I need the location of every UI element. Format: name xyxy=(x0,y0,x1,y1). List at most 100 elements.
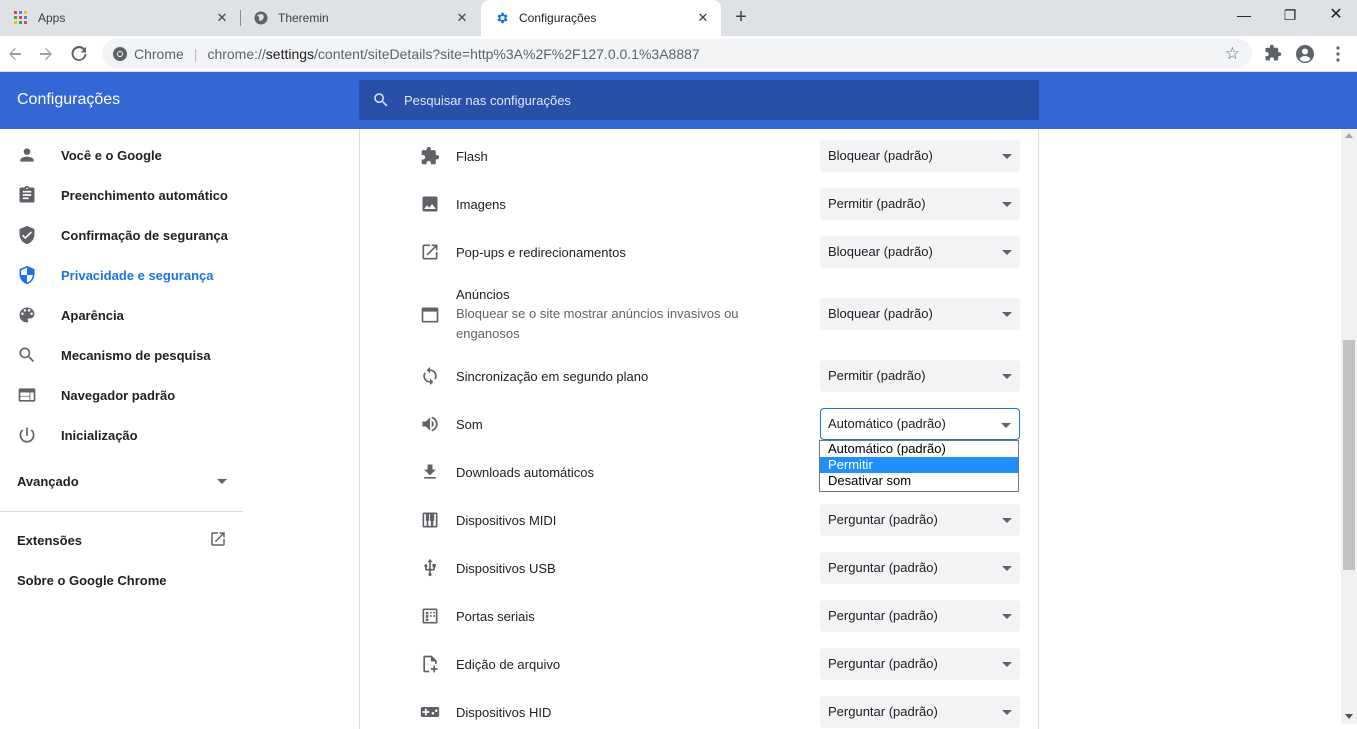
search-icon xyxy=(17,345,37,365)
open-in-new-icon xyxy=(422,244,438,260)
dropdown-arrow-icon xyxy=(1002,614,1012,619)
scrollbar-thumb[interactable] xyxy=(1343,340,1355,570)
forward-button[interactable] xyxy=(34,42,58,66)
sidebar-extensions-link[interactable]: Extensões xyxy=(17,532,227,548)
permission-label: Som xyxy=(456,417,483,432)
close-tab-icon[interactable]: ✕ xyxy=(454,10,470,26)
close-tab-icon[interactable]: ✕ xyxy=(695,10,711,26)
sidebar-item-mecanismo-pesquisa[interactable]: Mecanismo de pesquisa xyxy=(0,335,243,375)
globe-icon xyxy=(254,11,268,25)
close-tab-icon[interactable]: ✕ xyxy=(214,10,230,26)
sidebar-advanced-toggle[interactable]: Avançado xyxy=(17,474,227,489)
tab-title: Apps xyxy=(38,11,66,25)
settings-search-box[interactable] xyxy=(359,80,1039,120)
gamepad-icon xyxy=(420,707,440,717)
permission-select[interactable]: Perguntar (padrão) xyxy=(820,600,1020,632)
sidebar-item-preenchimento[interactable]: Preenchimento automático xyxy=(0,175,243,215)
permission-select[interactable]: Bloquear (padrão) xyxy=(820,298,1020,330)
tab-theremin[interactable]: Theremin ✕ xyxy=(240,0,480,36)
address-bar[interactable]: Chrome | chrome://settings/content/siteD… xyxy=(102,39,1252,68)
chrome-logo-icon xyxy=(113,46,127,61)
permission-select[interactable]: Permitir (padrão) xyxy=(820,188,1020,220)
sidebar-item-navegador-padrao[interactable]: Navegador padrão xyxy=(0,375,243,415)
clipboard-icon xyxy=(17,185,37,205)
dropdown-option-permitir[interactable]: Permitir xyxy=(820,457,1018,473)
apps-grid-icon xyxy=(14,11,28,25)
scroll-down-arrow-icon[interactable] xyxy=(1345,714,1353,719)
sidebar-item-label: Navegador padrão xyxy=(61,387,176,403)
usb-icon xyxy=(424,558,436,577)
sidebar-item-voce-e-o-google[interactable]: Você e o Google xyxy=(0,135,243,175)
extensions-puzzle-icon[interactable] xyxy=(1262,44,1284,66)
sidebar-item-inicializacao[interactable]: Inicialização xyxy=(0,415,243,455)
permission-select[interactable]: Bloquear (padrão) xyxy=(820,236,1020,268)
search-icon xyxy=(374,93,388,107)
permission-label: Pop-ups e redirecionamentos xyxy=(456,245,626,260)
tab-title: Configurações xyxy=(519,11,597,25)
sidebar-item-aparencia[interactable]: Aparência xyxy=(0,295,243,335)
dropdown-arrow-icon xyxy=(1002,312,1012,317)
ad-window-icon xyxy=(421,307,439,323)
permission-label: Anúncios xyxy=(456,287,510,302)
palette-icon xyxy=(17,305,37,325)
sidebar-about-chrome[interactable]: Sobre o Google Chrome xyxy=(17,573,167,588)
permission-label: Dispositivos HID xyxy=(456,705,552,720)
omnibox-divider: | xyxy=(193,45,198,62)
permission-select-sound[interactable]: Automático (padrão) xyxy=(820,408,1020,440)
sidebar-item-confirmacao-seguranca[interactable]: Confirmação de segurança xyxy=(0,215,243,255)
window-close-button[interactable]: ✕ xyxy=(1313,0,1357,32)
dropdown-option-automatico[interactable]: Automático (padrão) xyxy=(820,441,1018,457)
permission-select[interactable]: Bloquear (padrão) xyxy=(820,140,1020,172)
permission-label: Imagens xyxy=(456,197,506,212)
bookmark-star-icon[interactable]: ☆ xyxy=(1225,44,1240,64)
permission-label: Flash xyxy=(456,149,488,164)
browser-window-icon xyxy=(17,385,37,405)
select-value: Perguntar (padrão) xyxy=(828,512,938,527)
select-value: Permitir (padrão) xyxy=(828,368,926,383)
select-value: Perguntar (padrão) xyxy=(828,608,938,623)
permission-select[interactable]: Perguntar (padrão) xyxy=(820,648,1020,680)
site-chip: Chrome xyxy=(134,45,184,62)
select-value: Bloquear (padrão) xyxy=(828,148,933,163)
sidebar-item-label: Você e o Google xyxy=(61,147,162,163)
sound-dropdown-list: Automático (padrão) Permitir Desativar s… xyxy=(819,440,1019,492)
select-value: Perguntar (padrão) xyxy=(828,560,938,575)
new-tab-button[interactable]: + xyxy=(731,7,751,27)
shield-check-icon xyxy=(17,225,37,245)
permission-select[interactable]: Perguntar (padrão) xyxy=(820,696,1020,728)
sidebar-item-label: Confirmação de segurança xyxy=(61,227,228,243)
puzzle-icon xyxy=(421,146,440,165)
dropdown-arrow-icon xyxy=(1002,518,1012,523)
open-in-new-icon xyxy=(211,532,225,546)
permission-select[interactable]: Perguntar (padrão) xyxy=(820,552,1020,584)
sidebar: Você e o Google Preenchimento automático… xyxy=(0,129,243,724)
reload-button[interactable] xyxy=(67,42,91,66)
dropdown-option-desativar[interactable]: Desativar som xyxy=(820,473,1018,489)
profile-avatar-icon[interactable] xyxy=(1294,44,1316,66)
sidebar-item-label: Aparência xyxy=(61,307,124,323)
permission-label: Edição de arquivo xyxy=(456,657,561,672)
tab-apps[interactable]: Apps ✕ xyxy=(0,0,240,36)
back-button[interactable] xyxy=(3,42,27,66)
permission-select[interactable]: Perguntar (padrão) xyxy=(820,504,1020,536)
dropdown-arrow-icon xyxy=(1002,154,1012,159)
sidebar-divider xyxy=(0,511,243,512)
download-icon xyxy=(424,464,436,479)
page-title: Configurações xyxy=(17,91,121,108)
permission-description: Bloquear se o site mostrar anúncios inva… xyxy=(456,306,739,341)
dropdown-arrow-icon xyxy=(1002,202,1012,207)
tab-title: Theremin xyxy=(278,11,329,25)
restore-button[interactable]: ❐ xyxy=(1267,0,1313,32)
tab-configuracoes[interactable]: Configurações ✕ xyxy=(481,0,721,36)
sidebar-item-label: Inicialização xyxy=(61,427,138,443)
scroll-up-arrow-icon[interactable] xyxy=(1345,133,1353,138)
select-value: Bloquear (padrão) xyxy=(828,244,933,259)
sidebar-item-privacidade[interactable]: Privacidade e segurança xyxy=(0,255,243,295)
menu-kebab-icon[interactable] xyxy=(1327,44,1349,66)
sync-icon xyxy=(423,366,437,386)
site-permissions-card: Flash Bloquear (padrão) Imagens Permitir… xyxy=(359,129,1039,729)
settings-search-input[interactable] xyxy=(404,92,1004,108)
dropdown-arrow-icon xyxy=(1002,374,1012,379)
minimize-button[interactable]: — xyxy=(1221,0,1267,32)
permission-select[interactable]: Permitir (padrão) xyxy=(820,360,1020,392)
